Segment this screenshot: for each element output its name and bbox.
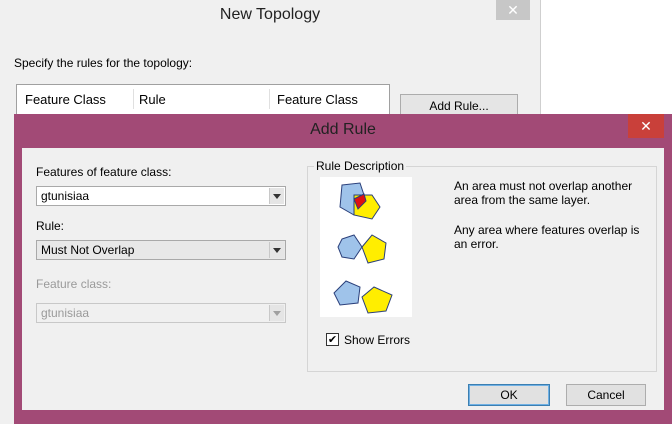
topology-instruction: Specify the rules for the topology:	[14, 56, 193, 70]
rule-label: Rule:	[36, 219, 65, 233]
overlap-polygons-icon	[333, 182, 393, 314]
features-label: Features of feature class:	[36, 165, 172, 179]
rule-select[interactable]: Must Not Overlap	[36, 240, 286, 260]
new-topology-title: New Topology	[0, 0, 540, 32]
chevron-down-icon	[269, 305, 284, 321]
rule-description-text-1: An area must not overlap another area fr…	[454, 179, 633, 207]
show-errors-label[interactable]: Show Errors	[344, 333, 410, 347]
rule-description-title: Rule Description	[314, 159, 407, 173]
checkmark-icon[interactable]: ✔	[326, 333, 339, 346]
feature-class-label: Feature class:	[36, 277, 112, 291]
features-select-value: gtunisiaa	[41, 189, 90, 203]
column-divider	[269, 89, 270, 109]
add-rule-body: Features of feature class: gtunisiaa Rul…	[22, 148, 664, 410]
cancel-button[interactable]: Cancel	[566, 384, 646, 406]
column-header-feature-class-2[interactable]: Feature Class	[277, 92, 358, 107]
features-select[interactable]: gtunisiaa	[36, 186, 286, 206]
column-header-rule[interactable]: Rule	[139, 92, 166, 107]
add-rule-dialog: Add Rule ✕ Features of feature class: gt…	[14, 114, 672, 424]
column-divider	[133, 89, 134, 109]
rule-select-value: Must Not Overlap	[41, 243, 135, 257]
chevron-down-icon[interactable]	[269, 188, 284, 204]
feature-class-select: gtunisiaa	[36, 303, 286, 323]
feature-class-select-value: gtunisiaa	[41, 306, 90, 320]
new-topology-close-button[interactable]: ✕	[496, 0, 530, 20]
rule-illustration-image	[320, 177, 412, 317]
column-header-feature-class[interactable]: Feature Class	[25, 92, 106, 107]
chevron-down-icon[interactable]	[269, 242, 284, 258]
add-rule-title: Add Rule	[310, 121, 376, 138]
rule-description-text-2: Any area where features overlap is an er…	[454, 223, 640, 251]
close-icon[interactable]: ✕	[628, 114, 664, 138]
rule-description-group: Rule Description An area must not overla…	[307, 159, 657, 372]
ok-button[interactable]: OK	[468, 384, 550, 406]
